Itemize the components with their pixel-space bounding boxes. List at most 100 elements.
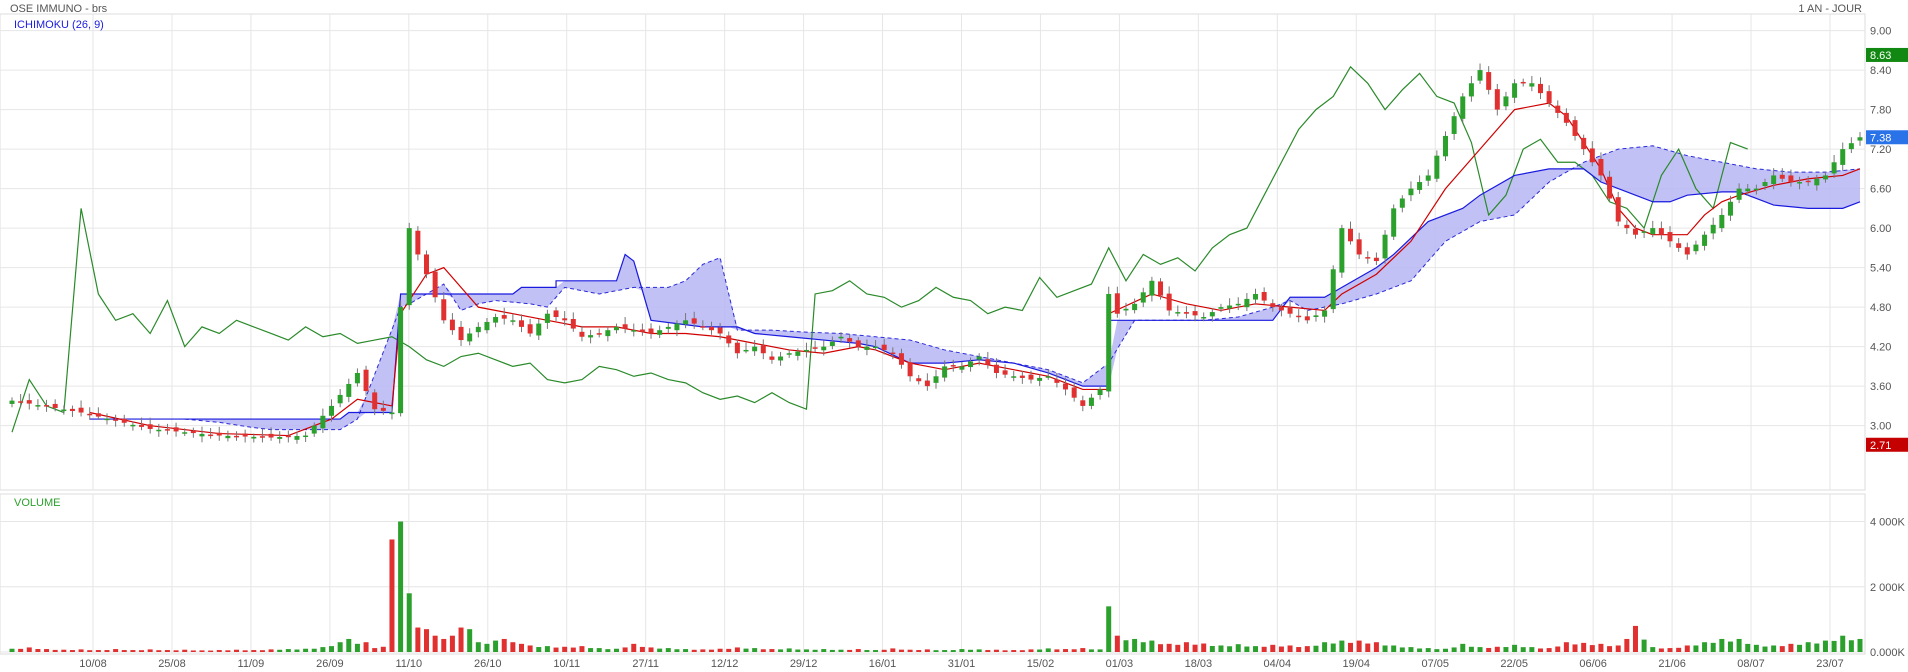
volume-bar	[1123, 640, 1129, 652]
candle-body	[1650, 228, 1656, 235]
volume-bar	[104, 650, 110, 652]
candle-body	[1183, 312, 1189, 314]
candle-body	[847, 338, 853, 342]
volume-tick-label: 0.000K	[1870, 647, 1906, 659]
candle-body	[657, 330, 663, 335]
candle-body	[1391, 208, 1397, 237]
candle-body	[942, 366, 948, 378]
candle-body	[147, 424, 153, 429]
volume-bar	[510, 642, 516, 652]
volume-bar	[1848, 640, 1854, 652]
volume-bar	[1011, 650, 1017, 652]
candle-body	[1719, 214, 1725, 229]
volume-pane	[0, 493, 1866, 655]
volume-bar	[1442, 648, 1448, 652]
volume-bar	[121, 650, 127, 652]
volume-bar	[380, 646, 386, 652]
volume-bar	[294, 649, 300, 652]
y-tick-label: 8.40	[1870, 65, 1891, 77]
volume-bar	[1632, 625, 1638, 652]
volume-bar	[1365, 643, 1371, 652]
candle-body	[795, 351, 801, 356]
volume-bar	[1054, 649, 1060, 652]
volume-bar	[769, 649, 775, 652]
volume-bar	[1270, 644, 1276, 652]
volume-tick-label: 4 000K	[1870, 517, 1906, 529]
candle-body	[1373, 257, 1379, 262]
volume-bar	[1512, 644, 1518, 652]
volume-bar	[993, 649, 999, 652]
volume-bar	[432, 635, 438, 652]
volume-bar	[1183, 642, 1189, 652]
candle-body	[1114, 293, 1120, 314]
volume-bar	[1771, 645, 1777, 652]
volume-bar	[78, 649, 84, 652]
x-tick-label: 08/07	[1737, 658, 1765, 670]
candle-body	[881, 344, 887, 350]
candle-body	[683, 320, 689, 325]
candle-body	[1382, 234, 1388, 259]
volume-bar	[1494, 646, 1500, 652]
volume-bar	[1287, 645, 1293, 652]
candle-body	[156, 429, 162, 432]
candle-body	[1348, 228, 1354, 242]
volume-bar	[1857, 638, 1863, 652]
candle-body	[1296, 315, 1302, 318]
volume-bar	[726, 648, 732, 652]
candle-body	[1822, 175, 1828, 180]
candle-body	[441, 299, 447, 321]
volume-bar	[1840, 635, 1846, 652]
volume-bar	[1037, 649, 1043, 652]
volume-bar	[778, 649, 784, 652]
candle-body	[1779, 174, 1785, 179]
volume-bar	[1555, 646, 1561, 652]
candle-body	[743, 349, 749, 352]
volume-bar	[1356, 640, 1362, 652]
candle-body	[1304, 316, 1310, 321]
volume-bar	[1028, 649, 1034, 652]
volume-bar	[398, 521, 404, 652]
volume-bar	[1563, 642, 1569, 652]
x-tick-label: 25/08	[158, 658, 186, 670]
candle-body	[1503, 96, 1509, 107]
candle-body	[752, 346, 758, 352]
volume-bar	[277, 649, 283, 652]
volume-bar	[1460, 643, 1466, 652]
volume-bar	[873, 650, 879, 652]
volume-bar	[1520, 647, 1526, 652]
volume-bar	[821, 649, 827, 652]
volume-bar	[717, 648, 723, 652]
candle-body	[190, 430, 196, 434]
volume-bar	[424, 629, 430, 652]
candle-body	[320, 415, 326, 429]
chart-stage: 9.00 8.40 7.80 7.20 6.60 6.00 5.40 4.80 4.20 3.60…	[0, 0, 1908, 672]
candle-body	[216, 432, 222, 436]
candle-body	[631, 330, 637, 332]
volume-bar	[1114, 635, 1120, 652]
volume-bar	[1719, 638, 1725, 652]
candle-body	[424, 254, 430, 275]
candle-body	[415, 230, 421, 255]
candle-body	[1106, 293, 1112, 392]
volume-bar	[1572, 644, 1578, 652]
candle-body	[87, 413, 93, 416]
volume-bar	[1261, 646, 1267, 652]
volume-bar	[406, 593, 412, 652]
volume-bar	[139, 650, 145, 652]
candle-body	[924, 380, 930, 387]
volume-bar	[622, 647, 628, 652]
volume-bar	[1581, 642, 1587, 652]
x-tick-label: 04/04	[1264, 658, 1292, 670]
candle-body	[199, 433, 205, 437]
candle-body	[1702, 234, 1708, 246]
candle-body	[1840, 149, 1846, 165]
volume-bar	[320, 647, 326, 652]
volume-bar	[1676, 647, 1682, 652]
candle-body	[518, 320, 524, 327]
volume-bar	[950, 650, 956, 652]
candle-body	[1848, 143, 1854, 150]
x-tick-label: 29/12	[790, 658, 818, 670]
candle-body	[1201, 317, 1207, 319]
volume-bar	[1063, 649, 1069, 652]
candle-body	[354, 372, 360, 384]
